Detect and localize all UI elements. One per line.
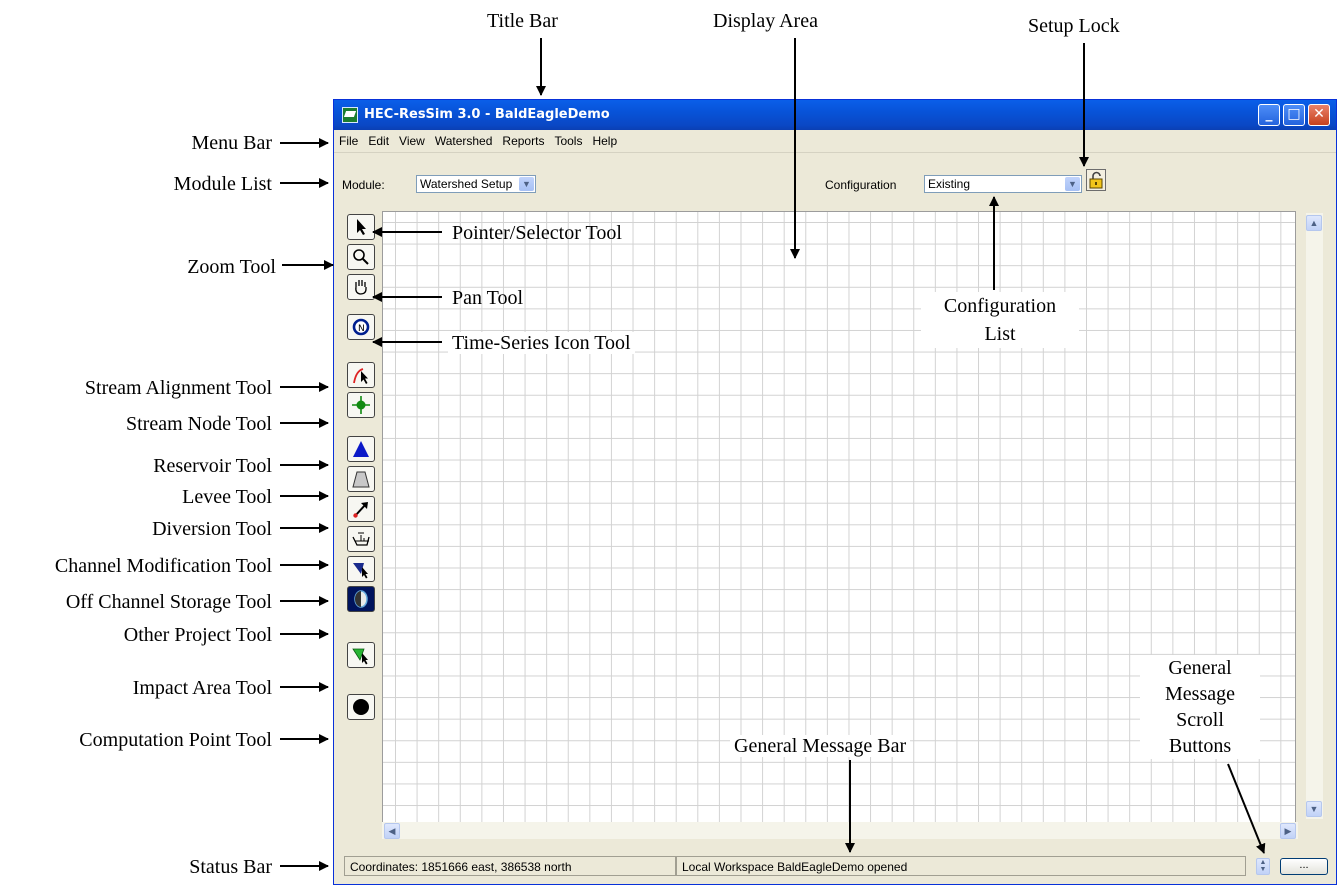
callout-arrows <box>280 38 1266 871</box>
arrow-scroll-buttons <box>1227 763 1266 854</box>
